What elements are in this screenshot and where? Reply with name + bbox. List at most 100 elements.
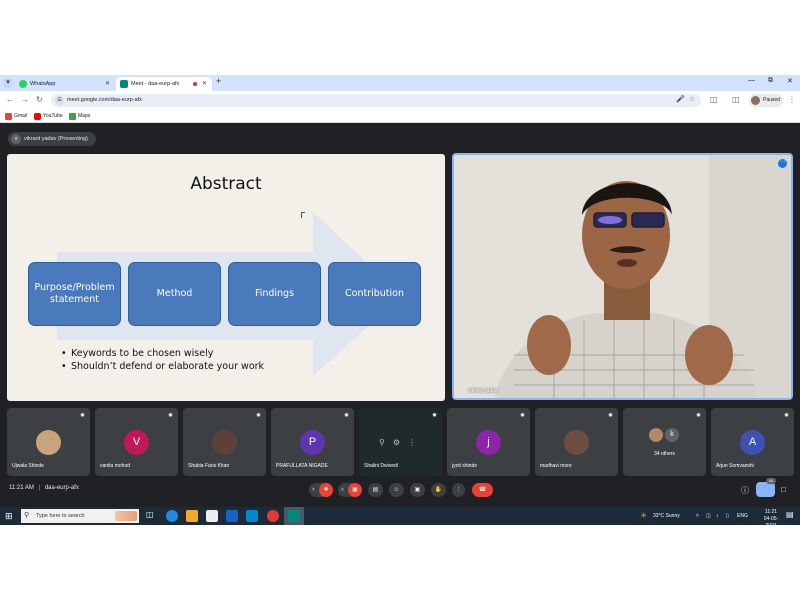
site-info-icon[interactable]: ☰: [55, 96, 64, 105]
close-icon[interactable]: ✕: [105, 77, 110, 91]
tab-meet[interactable]: Meet - daa-eurp-afx ✕: [116, 77, 212, 91]
participant-tile[interactable]: ✹ madhavi more: [535, 408, 618, 476]
participant-tile[interactable]: ✹ P PRAFULLATA NIGADE: [271, 408, 354, 476]
mic-off-icon[interactable]: ✹: [319, 483, 333, 497]
chevron-up-icon: ˄: [312, 487, 315, 493]
presenter-avatar: v: [11, 134, 21, 144]
participant-tile[interactable]: ✹ ⚲⚙⋮ Shalini Dwivedi: [359, 408, 442, 476]
chat-icon[interactable]: □: [781, 485, 786, 494]
avatar: [751, 96, 760, 105]
chrome-icon[interactable]: [267, 510, 279, 522]
edge-icon[interactable]: [166, 510, 178, 522]
tab-search-icon[interactable]: ▾: [3, 78, 13, 88]
bookmark-gmail[interactable]: Gmail: [5, 113, 27, 120]
participant-tile[interactable]: ✹ j jyoti shinde: [447, 408, 530, 476]
mail-icon[interactable]: [226, 510, 238, 522]
weather-icon: ☀: [640, 511, 648, 520]
bookmark-maps[interactable]: Maps: [69, 113, 90, 120]
presenting-chip[interactable]: v vikrant yadav (Presenting): [8, 132, 96, 146]
tab-label: WhatsApp: [30, 81, 56, 87]
mouse-cursor: [301, 212, 305, 218]
windows-start-icon[interactable]: ⊞: [5, 511, 13, 522]
avatar: [212, 430, 237, 455]
avatar: j: [476, 430, 501, 455]
slide-bullets: Keywords to be chosen wisely Shouldn’t d…: [61, 347, 264, 373]
new-tab-icon[interactable]: +: [216, 76, 221, 86]
browser-tab-strip: ▾ WhatsApp ✕ Meet - daa-eurp-afx ✕ + — ⧉…: [0, 75, 800, 91]
minimize-icon[interactable]: —: [748, 77, 755, 84]
file-explorer-icon[interactable]: [186, 510, 198, 522]
forward-icon[interactable]: →: [21, 95, 29, 104]
side-panel-icon[interactable]: ◫: [732, 95, 740, 104]
participant-tile[interactable]: ✹ Ujwala Shinde: [7, 408, 90, 476]
leave-call-button[interactable]: ☎: [472, 483, 493, 497]
bookmarks-bar: Gmail YouTube Maps: [0, 110, 800, 123]
meet-app-icon[interactable]: [288, 510, 300, 522]
emoji-button[interactable]: ☺: [389, 483, 404, 497]
taskbar-clock[interactable]: 11:21 04-05-2024: [759, 509, 783, 525]
captions-button[interactable]: ▤: [368, 483, 383, 497]
app-icon[interactable]: [246, 510, 258, 522]
close-icon[interactable]: ✕: [202, 77, 207, 91]
maps-icon: [69, 113, 76, 120]
bookmark-star-icon[interactable]: ☆: [689, 95, 695, 103]
participant-tile-others[interactable]: ✹ k 34 others: [623, 408, 706, 476]
participant-tile[interactable]: ✹ V vanita mohod: [95, 408, 178, 476]
task-view-icon[interactable]: ◫: [146, 510, 158, 522]
window-close-icon[interactable]: ✕: [787, 77, 793, 85]
address-bar[interactable]: ☰ meet.google.com/daa-eurp-afx 🎤 ☆: [51, 94, 701, 107]
participant-tile[interactable]: ✹ Shabia Faris Khan: [183, 408, 266, 476]
speaker-video-tile[interactable]: ⋯ vikrant yadav: [452, 153, 793, 400]
mic-off-icon: ✹: [783, 413, 789, 419]
people-count-badge: 44: [766, 478, 776, 484]
meeting-details-icon[interactable]: ⓘ: [741, 485, 749, 496]
profile-button[interactable]: Paused: [749, 94, 783, 107]
present-button[interactable]: ▣: [410, 483, 425, 497]
restore-icon[interactable]: ⧉: [768, 77, 773, 85]
people-button[interactable]: [756, 482, 775, 497]
chevron-up-icon: ˄: [341, 487, 344, 493]
slide-box-findings: Findings: [228, 262, 321, 326]
bookmark-label: Gmail: [14, 113, 28, 119]
slide-box-contribution: Contribution: [328, 262, 421, 326]
mic-off-icon: ✹: [343, 413, 349, 419]
bookmark-label: YouTube: [43, 113, 63, 119]
microphone-icon[interactable]: 🎤: [676, 95, 685, 103]
taskbar-search[interactable]: ⚲ Type here to search: [21, 509, 139, 523]
notification-icon[interactable]: ▤: [786, 510, 794, 519]
camera-off-icon[interactable]: ▣: [348, 483, 362, 497]
extensions-icon[interactable]: ◫: [710, 95, 718, 104]
slide-box-purpose: Purpose/Problem statement: [28, 262, 121, 326]
raise-hand-button[interactable]: ✋: [431, 483, 446, 497]
network-icon[interactable]: ◫: [706, 507, 711, 525]
participant-tile[interactable]: ✹ A Arjun Somvanshi: [711, 408, 794, 476]
camera-options-button[interactable]: ˄ ▣: [338, 483, 362, 497]
search-highlight-image: [115, 511, 137, 521]
more-options-button[interactable]: ⋮: [452, 483, 465, 497]
battery-icon[interactable]: ▯: [726, 507, 729, 525]
slide-box-method: Method: [128, 262, 221, 326]
tile-controls[interactable]: ⚲⚙⋮: [379, 438, 424, 447]
mic-options-button[interactable]: ˄ ✹: [309, 483, 333, 497]
speaker-video: [454, 155, 791, 398]
weather-text[interactable]: 33°C Sunny: [653, 507, 680, 525]
avatar: k: [665, 428, 679, 442]
participant-name: madhavi more: [540, 463, 572, 469]
menu-icon[interactable]: ⋮: [788, 95, 796, 104]
tray-chevron-icon[interactable]: ˄: [696, 507, 699, 525]
clock-date: 04-05-2024: [763, 516, 779, 525]
volume-icon[interactable]: ♪: [716, 507, 719, 525]
search-icon: ⚲: [24, 512, 30, 519]
participant-name: Shabia Faris Khan: [188, 463, 230, 469]
store-icon[interactable]: [206, 510, 218, 522]
language-indicator[interactable]: ENG: [737, 507, 748, 525]
more-options-icon[interactable]: ⋯: [778, 159, 787, 168]
recording-icon: [192, 81, 198, 87]
back-icon[interactable]: ←: [6, 95, 14, 104]
slide-title: Abstract: [190, 174, 262, 194]
search-placeholder: Type here to search: [36, 513, 85, 519]
tab-whatsapp[interactable]: WhatsApp ✕: [15, 77, 115, 91]
participant-name: vanita mohod: [100, 463, 131, 469]
bookmark-youtube[interactable]: YouTube: [34, 113, 63, 120]
reload-icon[interactable]: ↻: [36, 95, 43, 104]
